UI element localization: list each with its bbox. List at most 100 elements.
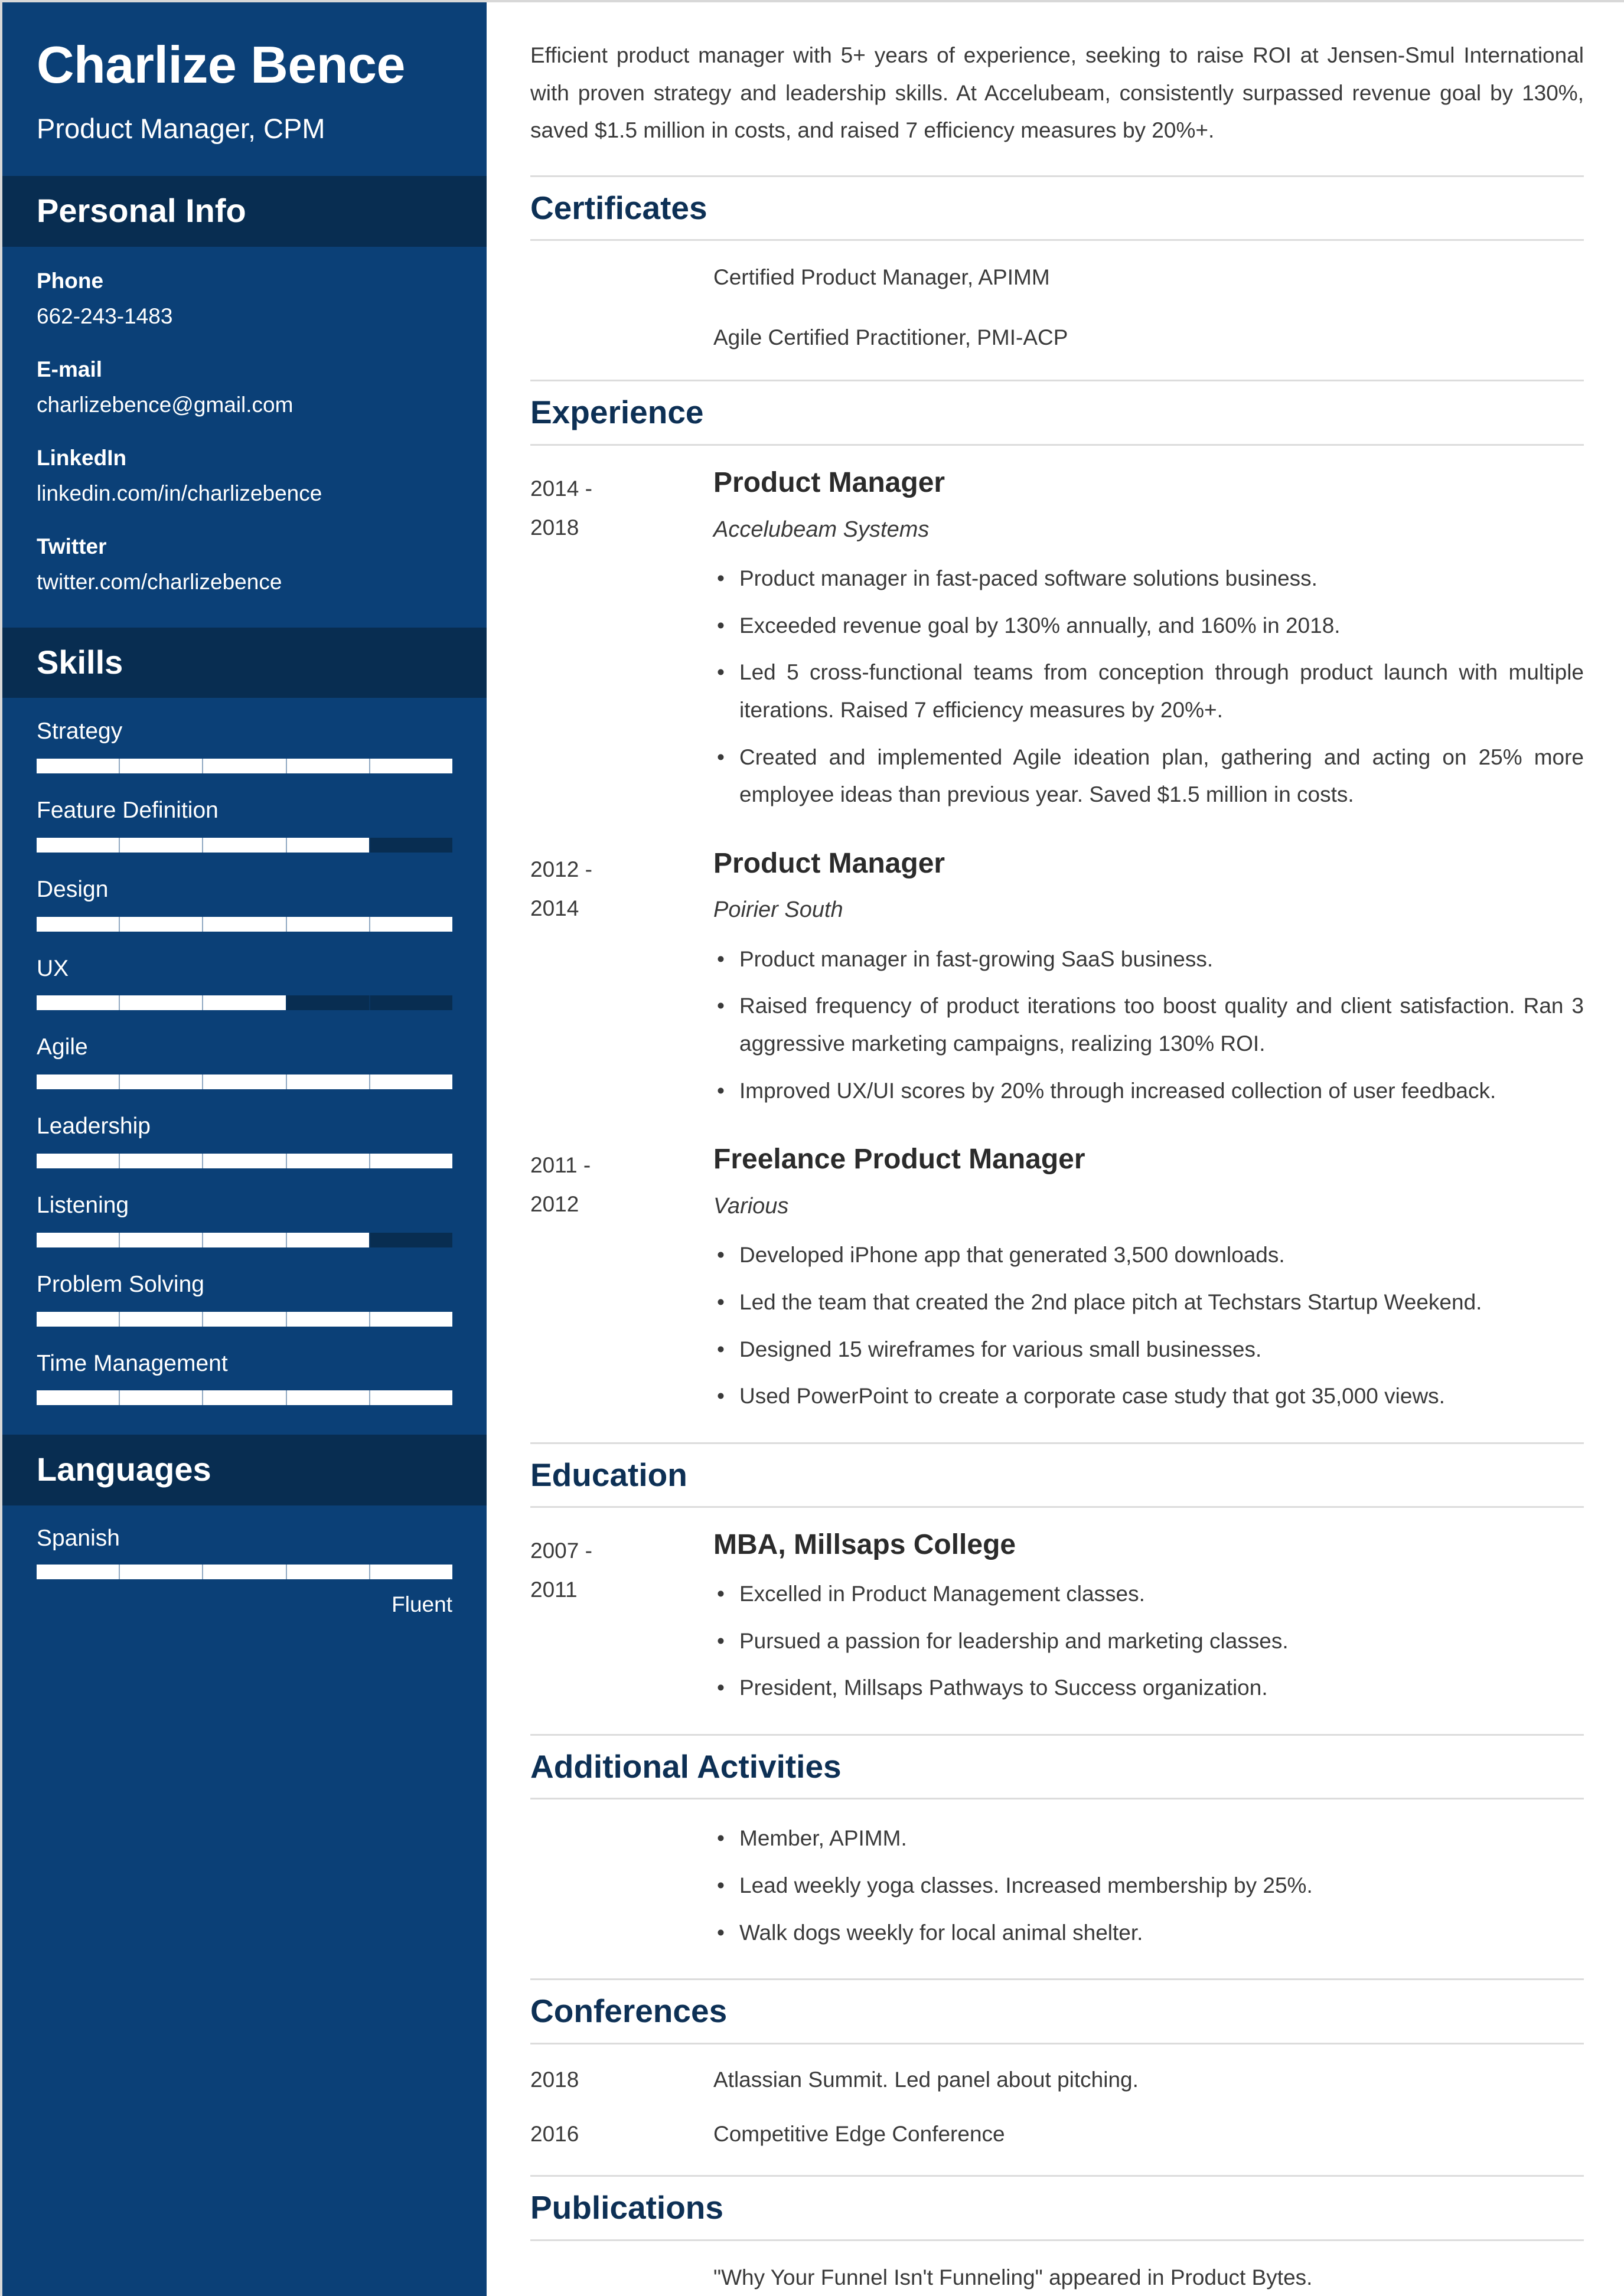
entry-date: 2014 -2018 [530, 476, 592, 540]
activity-bullet: Member, APIMM. [713, 1820, 1584, 1857]
candidate-job-title: Product Manager, CPM [37, 112, 325, 144]
personal-info-value[interactable]: linkedin.com/in/charlizebence [37, 479, 452, 508]
conferences-body: 2018 Atlassian Summit. Led panel about pi… [530, 2065, 1584, 2176]
skill-bar-track [37, 995, 452, 1011]
entry-main: Product Manager Accelubeam Systems Product… [713, 466, 1584, 814]
personal-info-label: Phone [37, 268, 104, 293]
entry-bullet: Developed iPhone app that generated 3,50… [713, 1236, 1584, 1274]
entry-date: 2011 -2012 [530, 1153, 591, 1217]
skill-label: Leadership [37, 1113, 151, 1139]
skill-bar-fill [37, 1390, 452, 1406]
skill-label: Feature Definition [37, 797, 219, 823]
entry-bullet: Product manager in fast-growing SaaS bus… [713, 940, 1584, 978]
personal-info-heading: Personal Info [37, 192, 246, 230]
entry-bullet: Led the team that created the 2nd place … [713, 1283, 1584, 1321]
section-conferences: Conferences 2018 Atlassian Summit. Led pa… [530, 1978, 1584, 2175]
entry-bullet: Designed 15 wireframes for various small… [713, 1331, 1584, 1369]
entry-bullet: President, Millsaps Pathways to Success … [713, 1669, 1584, 1707]
entry-main: Member, APIMM. Lead weekly yoga classes. … [713, 1820, 1584, 1951]
personal-info-header: Personal Info [2, 176, 487, 247]
skill-label: Strategy [37, 718, 123, 744]
entry: Member, APIMM. Lead weekly yoga classes. … [530, 1820, 1584, 1951]
skill-item: UX [37, 955, 452, 1011]
conference-year: 2016 [530, 2121, 579, 2146]
certificates-heading: Certificates [530, 189, 707, 226]
personal-info-value[interactable]: 662-243-1483 [37, 302, 452, 331]
publications-body: "Why Your Funnel Isn't Funneling" appear… [530, 2261, 1584, 2296]
personal-info-label: LinkedIn [37, 446, 127, 471]
conference-row: 2016 Competitive Edge Conference [530, 2119, 1584, 2150]
skill-bar-fill [37, 1564, 452, 1579]
entry-bullet-list: Developed iPhone app that generated 3,50… [713, 1236, 1584, 1415]
skill-label: Problem Solving [37, 1271, 204, 1297]
languages-body: Spanish Fluent [2, 1505, 487, 1634]
skill-bar-track [37, 1564, 452, 1579]
skill-item: Design [37, 876, 452, 932]
entry-bullet: Pursued a passion for leadership and mar… [713, 1622, 1584, 1660]
entry-role: Freelance Product Manager [713, 1144, 1085, 1175]
skill-bar-tick [370, 1233, 452, 1247]
entry-bullet: Raised frequency of product iterations t… [713, 987, 1584, 1062]
section-certificates: Certificates Certified Product Manager, … [530, 175, 1584, 380]
skills-body: Strategy Feature Definition Design UX Agile L… [2, 698, 487, 1435]
conference-text: Competitive Edge Conference [713, 2121, 1005, 2146]
skill-bar-fill [37, 916, 452, 932]
skill-bar-fill [37, 995, 286, 1011]
skill-item: Strategy [37, 718, 452, 773]
skill-label: Design [37, 876, 109, 902]
publication-item: "Why Your Funnel Isn't Funneling" appear… [713, 2265, 1313, 2290]
entry: 2014 -2018 Product Manager Accelubeam Syst… [530, 466, 1584, 814]
skill-bar-tick [370, 838, 452, 853]
entry-main: Product Manager Poirier South Product mana… [713, 847, 1584, 1109]
skill-item: Leadership [37, 1113, 452, 1168]
activity-bullet: Walk dogs weekly for local animal shelte… [713, 1914, 1584, 1952]
certificate-item: Agile Certified Practitioner, PMI-ACP [713, 325, 1068, 350]
skills-heading: Skills [37, 643, 123, 681]
entry-bullet-list: Product manager in fast-growing SaaS bus… [713, 940, 1584, 1110]
entry-main: MBA, Millsaps College Excelled in Product… [713, 1528, 1584, 1706]
entry-organization: Accelubeam Systems [713, 517, 930, 542]
skill-bar-fill [37, 758, 452, 773]
skill-label: UX [37, 955, 69, 981]
section-publications: Publications "Why Your Funnel Isn't Funn… [530, 2175, 1584, 2296]
experience-divider [530, 444, 1584, 446]
entry-main: Freelance Product Manager Various Develope… [713, 1142, 1584, 1415]
entry-bullet: Led 5 cross-functional teams from concep… [713, 654, 1584, 729]
conferences-divider [530, 2042, 1584, 2044]
skill-bar-fill [37, 1311, 452, 1327]
personal-info-value[interactable]: charlizebence@gmail.com [37, 391, 452, 419]
skill-bar-fill [37, 1232, 370, 1247]
certificates-body: Certified Product Manager, APIMM Agile Ce… [530, 261, 1584, 380]
entry-bullet: Used PowerPoint to create a corporate ca… [713, 1377, 1584, 1415]
entry-role: Product Manager [713, 847, 945, 879]
conference-year: 2018 [530, 2067, 579, 2092]
skill-bar-track [37, 758, 452, 773]
skill-bar-fill [37, 1074, 452, 1090]
personal-info-label: Twitter [37, 534, 107, 559]
entry-organization: Various [713, 1193, 789, 1219]
entry: 2012 -2014Product ManagerPoirier SouthPr… [530, 847, 1584, 1109]
personal-info-body: Phone 662-243-1483 E-mail charlizebence@gma… [2, 247, 487, 628]
education-heading: Education [530, 1456, 687, 1493]
professional-summary: Efficient product manager with 5+ years … [530, 43, 1584, 143]
entry-bullet: Excelled in Product Management classes. [713, 1575, 1584, 1613]
languages-header: Languages [2, 1435, 487, 1505]
languages-heading: Languages [37, 1451, 211, 1488]
skill-bar-track [37, 1311, 452, 1327]
language-level-label: Fluent [392, 1592, 452, 1616]
education-body: 2007 -2011 MBA, Millsaps College Excelled … [530, 1528, 1584, 1733]
personal-info-item: Twitter twitter.com/charlizebence [37, 533, 452, 596]
skill-item: Time Management [37, 1350, 452, 1406]
skill-bar-track [37, 837, 452, 853]
personal-info-item: Phone 662-243-1483 [37, 267, 452, 331]
skill-label: Listening [37, 1192, 129, 1218]
skill-bar-track [37, 1232, 452, 1247]
skill-item: Listening [37, 1192, 452, 1247]
personal-info-value[interactable]: twitter.com/charlizebence [37, 568, 452, 596]
entry-bullet-list: Product manager in fast-paced software s… [713, 560, 1584, 814]
skill-item: Problem Solving [37, 1271, 452, 1327]
entry-date: 2007 -2011 [530, 1539, 592, 1602]
entry: 2011 -2012 Freelance Product Manager Vario… [530, 1142, 1584, 1415]
personal-info-label: E-mail [37, 357, 103, 381]
skill-bar-fill [37, 1153, 452, 1168]
